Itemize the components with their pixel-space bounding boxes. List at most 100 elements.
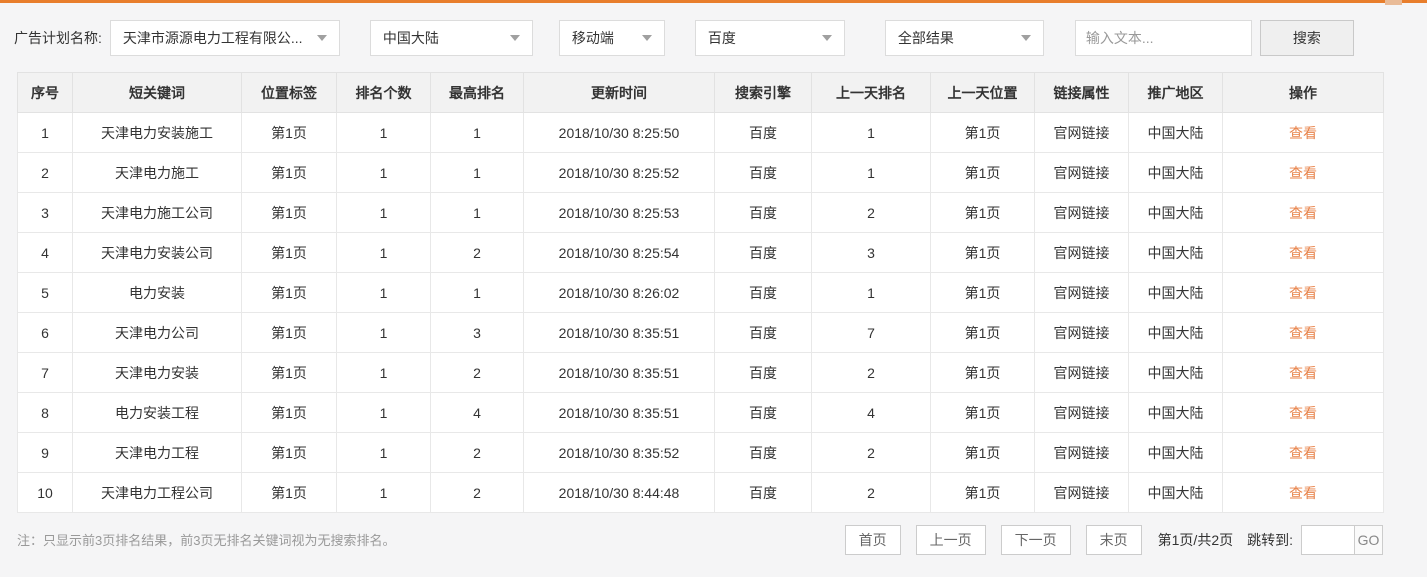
plan-name-label: 广告计划名称: — [14, 29, 102, 46]
cell-rank-count: 1 — [336, 112, 431, 153]
cell-prev-day-position: 第1页 — [930, 152, 1035, 193]
search-text-input[interactable] — [1074, 19, 1252, 56]
result-filter-select[interactable]: 全部结果 — [884, 19, 1044, 56]
view-link[interactable]: 查看 — [1289, 365, 1317, 381]
cell-rank-count: 1 — [336, 272, 431, 313]
col-header-prev-day-position: 上一天位置 — [930, 72, 1035, 113]
view-link[interactable]: 查看 — [1289, 165, 1317, 181]
table-row: 4 天津电力安装公司 第1页 1 2 2018/10/30 8:25:54 百度 3 第1页 官网… — [17, 232, 1384, 273]
cell-index: 3 — [17, 192, 73, 233]
cell-promo-region: 中国大陆 — [1128, 152, 1223, 193]
cell-best-rank: 1 — [430, 112, 524, 153]
cell-search-engine: 百度 — [714, 472, 812, 513]
view-link[interactable]: 查看 — [1289, 245, 1317, 261]
cell-rank-count: 1 — [336, 152, 431, 193]
cell-keyword: 电力安装 — [72, 272, 242, 313]
cell-position-tag: 第1页 — [241, 272, 337, 313]
cell-best-rank: 2 — [430, 232, 524, 273]
cell-rank-count: 1 — [336, 352, 431, 393]
cell-action: 查看 — [1222, 232, 1384, 273]
cell-link-attribute: 官网链接 — [1034, 472, 1129, 513]
result-filter-select-value: 全部结果 — [897, 29, 954, 46]
view-link[interactable]: 查看 — [1289, 485, 1317, 501]
cell-best-rank: 1 — [430, 152, 524, 193]
next-page-button[interactable]: 下一页 — [1000, 524, 1071, 555]
cell-action: 查看 — [1222, 312, 1384, 353]
search-engine-select[interactable]: 百度 — [694, 19, 845, 56]
cell-prev-day-position: 第1页 — [930, 312, 1035, 353]
cell-index: 7 — [17, 352, 73, 393]
col-header-promo-region: 推广地区 — [1128, 72, 1223, 113]
view-link[interactable]: 查看 — [1289, 445, 1317, 461]
col-header-rank-count: 排名个数 — [336, 72, 431, 113]
cell-position-tag: 第1页 — [241, 472, 337, 513]
table-row: 6 天津电力公司 第1页 1 3 2018/10/30 8:35:51 百度 7 第1页 官网链接… — [17, 312, 1384, 353]
cell-best-rank: 2 — [430, 352, 524, 393]
cell-search-engine: 百度 — [714, 192, 812, 233]
cell-search-engine: 百度 — [714, 152, 812, 193]
cell-rank-count: 1 — [336, 392, 431, 433]
cell-prev-day-rank: 2 — [811, 472, 931, 513]
cell-action: 查看 — [1222, 112, 1384, 153]
cell-update-time: 2018/10/30 8:25:52 — [523, 152, 715, 193]
cell-update-time: 2018/10/30 8:26:02 — [523, 272, 715, 313]
cell-prev-day-position: 第1页 — [930, 232, 1035, 273]
view-link[interactable]: 查看 — [1289, 205, 1317, 221]
cell-update-time: 2018/10/30 8:35:51 — [523, 392, 715, 433]
col-header-index: 序号 — [17, 72, 73, 113]
cell-best-rank: 1 — [430, 272, 524, 313]
view-link[interactable]: 查看 — [1289, 285, 1317, 301]
first-page-button[interactable]: 首页 — [844, 524, 901, 555]
view-link[interactable]: 查看 — [1289, 405, 1317, 421]
cell-rank-count: 1 — [336, 472, 431, 513]
cell-prev-day-position: 第1页 — [930, 112, 1035, 153]
footer: 注：只显示前3页排名结果，前3页无排名关键词视为无搜索排名。 首页 上一页 下一… — [0, 512, 1427, 577]
cell-keyword: 天津电力工程 — [72, 432, 242, 473]
cell-link-attribute: 官网链接 — [1034, 152, 1129, 193]
view-link[interactable]: 查看 — [1289, 125, 1317, 141]
cell-keyword: 天津电力施工公司 — [72, 192, 242, 233]
jump-page-input[interactable] — [1302, 525, 1354, 554]
cell-link-attribute: 官网链接 — [1034, 352, 1129, 393]
last-page-button[interactable]: 末页 — [1085, 524, 1142, 555]
search-button[interactable]: 搜索 — [1259, 19, 1354, 56]
chevron-down-icon — [641, 34, 652, 41]
col-header-best-rank: 最高排名 — [430, 72, 524, 113]
go-button[interactable]: GO — [1354, 525, 1382, 554]
col-header-update-time: 更新时间 — [523, 72, 715, 113]
cell-update-time: 2018/10/30 8:25:50 — [523, 112, 715, 153]
chevron-down-icon — [821, 34, 832, 41]
table-row: 9 天津电力工程 第1页 1 2 2018/10/30 8:35:52 百度 2 第1页 官网链接… — [17, 432, 1384, 473]
cell-action: 查看 — [1222, 392, 1384, 433]
region-select[interactable]: 中国大陆 — [369, 19, 533, 56]
note-text: 注：只显示前3页排名结果，前3页无排名关键词视为无搜索排名。 — [17, 533, 396, 548]
table-row: 1 天津电力安装施工 第1页 1 1 2018/10/30 8:25:50 百度 1 第1页 官网… — [17, 112, 1384, 153]
device-select[interactable]: 移动端 — [558, 19, 665, 56]
cell-index: 1 — [17, 112, 73, 153]
cell-prev-day-rank: 2 — [811, 352, 931, 393]
cell-keyword: 天津电力公司 — [72, 312, 242, 353]
page-info: 第1页/共2页 — [1157, 531, 1234, 548]
col-header-link-attribute: 链接属性 — [1034, 72, 1129, 113]
jump-to-label: 跳转到: — [1247, 531, 1293, 548]
prev-page-button[interactable]: 上一页 — [915, 524, 986, 555]
device-select-value: 移动端 — [571, 29, 614, 46]
cell-link-attribute: 官网链接 — [1034, 232, 1129, 273]
view-link[interactable]: 查看 — [1289, 325, 1317, 341]
cell-keyword: 天津电力施工 — [72, 152, 242, 193]
cell-best-rank: 2 — [430, 432, 524, 473]
col-header-position-tag: 位置标签 — [241, 72, 337, 113]
cell-position-tag: 第1页 — [241, 392, 337, 433]
cell-search-engine: 百度 — [714, 432, 812, 473]
cell-prev-day-position: 第1页 — [930, 192, 1035, 233]
cell-promo-region: 中国大陆 — [1128, 392, 1223, 433]
cell-index: 6 — [17, 312, 73, 353]
cell-promo-region: 中国大陆 — [1128, 192, 1223, 233]
chevron-down-icon — [1020, 34, 1031, 41]
keyword-rank-table: 序号 短关键词 位置标签 排名个数 最高排名 更新时间 搜索引擎 上一天排名 上… — [17, 72, 1384, 513]
cell-action: 查看 — [1222, 472, 1384, 513]
plan-name-select[interactable]: 天津市源源电力工程有限公... — [109, 19, 340, 56]
cell-promo-region: 中国大陆 — [1128, 112, 1223, 153]
cell-index: 2 — [17, 152, 73, 193]
cell-position-tag: 第1页 — [241, 312, 337, 353]
